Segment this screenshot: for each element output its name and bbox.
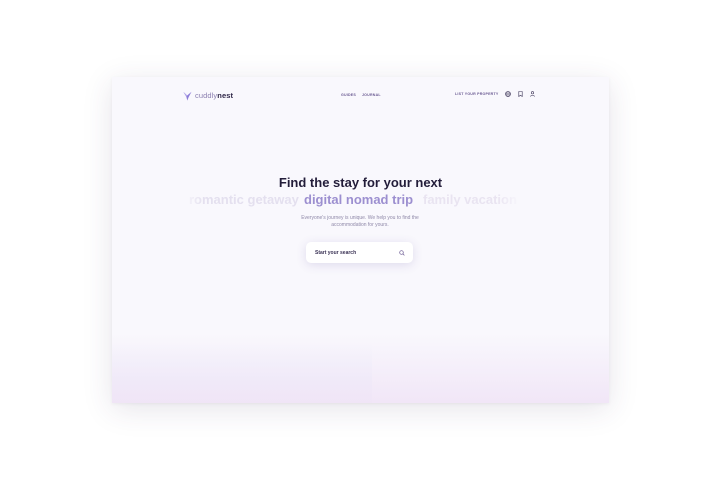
nav-guides[interactable]: GUIDES [341, 93, 356, 97]
hero-subtitle: Everyone's journey is unique. We help yo… [301, 215, 419, 228]
header-actions: LIST YOUR PROPERTY [455, 91, 536, 97]
bottom-gradient [112, 333, 609, 403]
rotating-phrase-prev: romantic getaway [189, 192, 299, 207]
user-icon[interactable] [530, 91, 536, 97]
list-property-link[interactable]: LIST YOUR PROPERTY [455, 92, 498, 96]
logo[interactable]: cuddlynest [183, 89, 233, 103]
search-input[interactable]: Start your search [315, 250, 399, 256]
nav-journal[interactable]: JOURNAL [362, 93, 381, 97]
fade-left [182, 189, 204, 211]
logo-text: cuddlynest [195, 92, 233, 100]
bookmark-icon[interactable] [518, 91, 523, 97]
fade-right [497, 189, 521, 211]
rotating-phrase-current: digital nomad trip [304, 192, 414, 207]
logo-text-bold: nest [217, 91, 234, 101]
bird-logo-icon [183, 91, 192, 101]
search-bar[interactable]: Start your search [306, 242, 413, 263]
logo-text-light: cuddly [195, 91, 218, 101]
hero-title: Find the stay for your next [278, 175, 443, 190]
globe-icon[interactable] [505, 91, 512, 97]
main-nav: GUIDES JOURNAL [341, 93, 381, 97]
browser-page: cuddlynest GUIDES JOURNAL LIST YOUR PROP… [112, 77, 609, 403]
search-icon[interactable] [399, 249, 405, 256]
